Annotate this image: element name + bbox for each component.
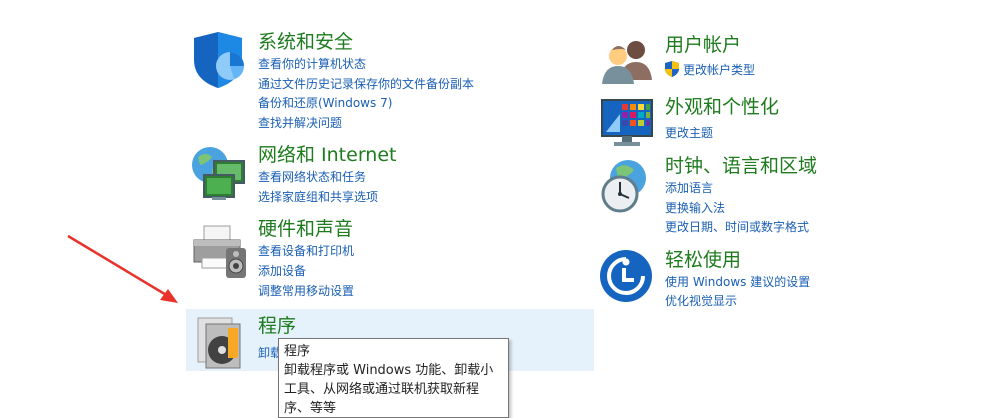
appearance-monitor-icon	[601, 99, 653, 146]
shield-icon	[194, 32, 244, 88]
link-view-computer-status[interactable]: 查看你的计算机状态	[258, 56, 366, 72]
clock-globe-icon	[601, 160, 646, 213]
link-change-theme[interactable]: 更改主题	[665, 125, 713, 141]
link-change-input-method[interactable]: 更换输入法	[665, 200, 725, 216]
link-backup-restore[interactable]: 备份和还原(Windows 7)	[258, 95, 392, 111]
link-change-date-time-format[interactable]: 更改日期、时间或数字格式	[665, 219, 809, 235]
printer-icon	[193, 225, 246, 278]
link-recommended-settings[interactable]: 使用 Windows 建议的设置	[665, 274, 810, 290]
tooltip-title: 程序	[284, 344, 311, 359]
link-network-status[interactable]: 查看网络状态和任务	[258, 169, 366, 185]
link-add-language[interactable]: 添加语言	[665, 180, 713, 196]
category-title-system-security[interactable]: 系统和安全	[258, 30, 353, 54]
ease-of-access-icon	[600, 250, 652, 302]
category-title-clock-language[interactable]: 时钟、语言和区域	[665, 154, 817, 178]
tooltip-body: 卸载程序或 Windows 功能、卸载小工具、从网络或通过联机获取新程序、等等	[284, 363, 494, 416]
category-title-ease-of-access[interactable]: 轻松使用	[665, 248, 741, 272]
link-file-history-backup[interactable]: 通过文件历史记录保存你的文件备份副本	[258, 76, 474, 92]
category-title-network[interactable]: 网络和 Internet	[258, 143, 396, 167]
category-title-hardware-sound[interactable]: 硬件和声音	[258, 217, 353, 241]
programs-disc-icon	[197, 317, 241, 369]
link-devices-printers[interactable]: 查看设备和打印机	[258, 243, 354, 259]
network-globe-icon	[192, 147, 245, 200]
link-change-account-type[interactable]: 更改帐户类型	[683, 62, 755, 78]
category-title-programs[interactable]: 程序	[258, 314, 296, 338]
category-title-user-accounts[interactable]: 用户帐户	[665, 33, 741, 57]
link-troubleshoot[interactable]: 查找并解决问题	[258, 115, 342, 131]
uac-shield-icon	[665, 61, 679, 77]
user-accounts-icon	[602, 41, 652, 84]
link-optimize-visual-display[interactable]: 优化视觉显示	[665, 293, 737, 309]
link-homegroup-sharing[interactable]: 选择家庭组和共享选项	[258, 189, 378, 205]
programs-tooltip: 程序 卸载程序或 Windows 功能、卸载小工具、从网络或通过联机获取新程序、…	[278, 338, 509, 418]
category-title-appearance[interactable]: 外观和个性化	[665, 95, 779, 119]
link-add-device[interactable]: 添加设备	[258, 263, 306, 279]
link-mobility-settings[interactable]: 调整常用移动设置	[258, 283, 354, 299]
